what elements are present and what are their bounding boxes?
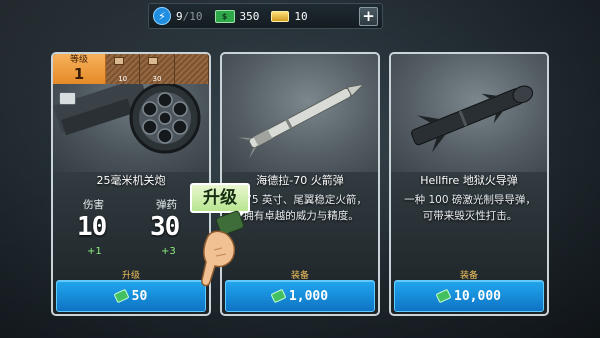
energy-value: 9 — [176, 9, 183, 23]
upgrade-price: 50 — [131, 288, 148, 304]
missile-image — [391, 54, 547, 172]
resource-bar: ⚡ 9/10 $ 350 10 + — [148, 3, 383, 29]
upgrade-button[interactable]: 50 — [56, 280, 206, 312]
energy-max: /10 — [182, 9, 203, 23]
gold-counter: 10 — [271, 6, 308, 26]
gold-bar-icon — [271, 10, 290, 22]
plus-icon: + — [362, 7, 375, 25]
weapon-description: 一种 100 磅激光制导导弹，可带来毁灭性打击。 — [404, 194, 536, 222]
buy-button[interactable]: 10,000 — [394, 280, 544, 312]
ammo-label: 弹药 — [156, 199, 177, 211]
cash-value: 350 — [239, 9, 260, 23]
weapon-description: 2.75 英寸、尾翼稳定火箭，拥有卓越的威力与精度。 — [235, 194, 367, 222]
energy-counter: ⚡ 9/10 — [153, 6, 203, 26]
upgrade-tick: 10 — [106, 54, 141, 84]
level-value: 1 — [73, 65, 85, 83]
rocket-illustration — [237, 83, 366, 159]
upgrade-tick — [174, 54, 209, 84]
upgrade-progress: 10 30 — [106, 54, 209, 84]
cash-counter: $ 350 — [214, 6, 260, 26]
cash-icon — [435, 288, 452, 304]
add-currency-button[interactable]: + — [359, 7, 378, 26]
buy-price: 10,000 — [454, 288, 501, 304]
weapon-card-hellfire[interactable]: Hellfire 地狱火导弹 一种 100 磅激光制导导弹，可带来毁灭性打击。 … — [389, 52, 549, 316]
cash-icon — [113, 288, 130, 304]
damage-value: 10 — [77, 212, 107, 242]
pointing-hand-icon — [201, 210, 245, 287]
cash-icon — [270, 288, 287, 304]
missile-illustration — [411, 85, 534, 153]
rocket-image — [222, 54, 378, 172]
upgrade-tick: 30 — [140, 54, 175, 84]
weapon-name: Hellfire 地狱火导弹 — [420, 174, 518, 187]
tutorial-hint-bubble: 升级 — [190, 183, 250, 213]
buy-price: 1,000 — [288, 288, 329, 304]
gold-value: 10 — [294, 9, 308, 23]
weapon-card-cannon[interactable]: 等级 1 10 30 25毫米机关炮 伤害 10 +1 弹药 30 +3 升级 … — [51, 52, 211, 316]
ammo-box-icon — [114, 57, 124, 65]
card-badge-icon — [59, 92, 76, 105]
bolt-icon: ⚡ — [153, 7, 171, 25]
ammo-box-icon — [148, 57, 159, 65]
damage-label: 伤害 — [83, 199, 104, 211]
ammo-value: 30 — [150, 212, 180, 242]
damage-delta: +1 — [87, 246, 102, 257]
cash-icon: $ — [214, 9, 235, 23]
weapon-name: 25毫米机关炮 — [96, 174, 166, 187]
level-tab: 等级 1 — [53, 54, 106, 84]
ammo-delta: +3 — [161, 246, 176, 257]
